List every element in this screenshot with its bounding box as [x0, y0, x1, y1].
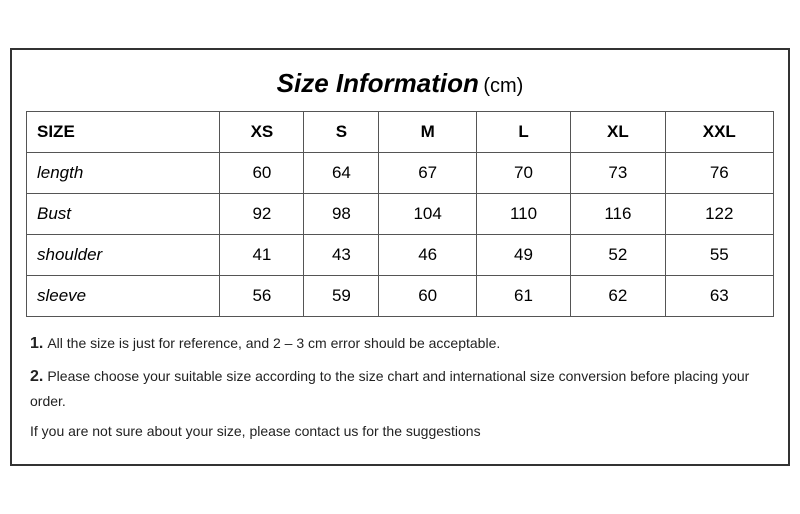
- column-header: XL: [571, 111, 665, 152]
- cell-value: 61: [476, 275, 570, 316]
- row-label: length: [27, 152, 220, 193]
- cell-value: 56: [220, 275, 304, 316]
- cell-value: 62: [571, 275, 665, 316]
- cell-value: 52: [571, 234, 665, 275]
- cell-value: 76: [665, 152, 773, 193]
- cell-value: 49: [476, 234, 570, 275]
- cell-value: 67: [379, 152, 476, 193]
- cell-value: 116: [571, 193, 665, 234]
- note-number: 1.: [30, 335, 43, 352]
- cell-value: 55: [665, 234, 773, 275]
- cell-value: 104: [379, 193, 476, 234]
- cell-value: 59: [304, 275, 379, 316]
- note-item: 2.Please choose your suitable size accor…: [30, 364, 770, 412]
- title-row: Size Information (cm): [26, 60, 774, 111]
- row-label: Bust: [27, 193, 220, 234]
- note-number: 2.: [30, 368, 43, 385]
- cell-value: 63: [665, 275, 773, 316]
- cell-value: 92: [220, 193, 304, 234]
- table-row: sleeve565960616263: [27, 275, 774, 316]
- note-item: If you are not sure about your size, ple…: [30, 420, 770, 442]
- column-header: XXL: [665, 111, 773, 152]
- cell-value: 41: [220, 234, 304, 275]
- row-label: sleeve: [27, 275, 220, 316]
- column-header: M: [379, 111, 476, 152]
- table-row: shoulder414346495255: [27, 234, 774, 275]
- table-row: length606467707376: [27, 152, 774, 193]
- chart-unit: (cm): [483, 75, 523, 97]
- cell-value: 64: [304, 152, 379, 193]
- cell-value: 122: [665, 193, 773, 234]
- size-chart-container: Size Information (cm) SIZEXSSMLXLXXL len…: [10, 48, 790, 467]
- note-item: 1.All the size is just for reference, an…: [30, 331, 770, 357]
- row-label: shoulder: [27, 234, 220, 275]
- cell-value: 110: [476, 193, 570, 234]
- column-header: L: [476, 111, 570, 152]
- cell-value: 73: [571, 152, 665, 193]
- notes-section: 1.All the size is just for reference, an…: [26, 331, 774, 443]
- cell-value: 60: [220, 152, 304, 193]
- size-table: SIZEXSSMLXLXXL length606467707376Bust929…: [26, 111, 774, 317]
- table-row: Bust9298104110116122: [27, 193, 774, 234]
- cell-value: 46: [379, 234, 476, 275]
- cell-value: 98: [304, 193, 379, 234]
- table-header-row: SIZEXSSMLXLXXL: [27, 111, 774, 152]
- cell-value: 43: [304, 234, 379, 275]
- cell-value: 60: [379, 275, 476, 316]
- chart-title: Size Information: [277, 68, 479, 98]
- column-header: XS: [220, 111, 304, 152]
- column-header: S: [304, 111, 379, 152]
- column-header: SIZE: [27, 111, 220, 152]
- cell-value: 70: [476, 152, 570, 193]
